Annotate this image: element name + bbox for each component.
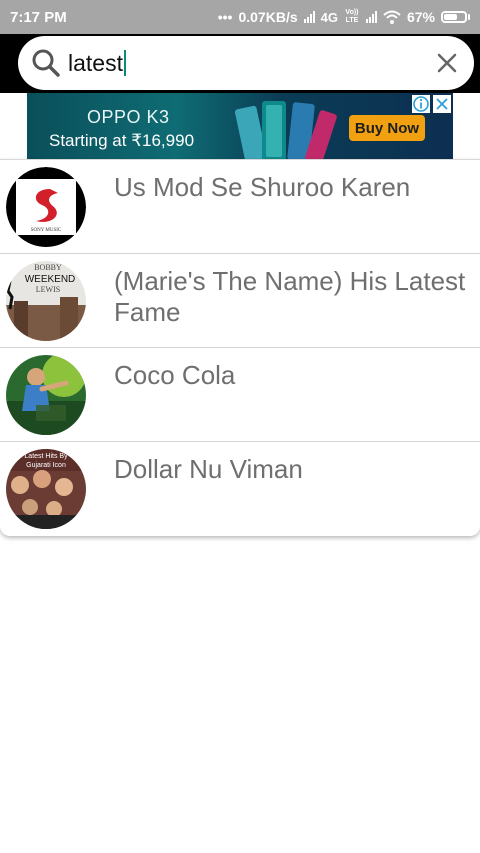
wifi-icon <box>383 10 401 24</box>
thumbnail-sony-music: SONY MUSIC <box>6 167 86 247</box>
search-query: latest <box>68 49 123 76</box>
ad-info-icon[interactable] <box>412 95 430 113</box>
result-title: Coco Cola <box>114 360 236 390</box>
network-type: 4G <box>320 9 338 25</box>
ad-banner[interactable]: OPPO K3 Starting at ₹16,990 Buy Now <box>27 93 453 159</box>
ad-price: Starting at ₹16,990 <box>49 131 195 150</box>
thumbnail-bobby-weekend-lewis: BOBBY WEEKEND LEWIS <box>6 261 86 341</box>
sony-music-logo-text: SONY MUSIC <box>31 228 62 233</box>
status-bar: 7:17 PM ••• 0.07KB/s 4G Vo)) LTE 67% <box>0 0 480 34</box>
thumb-text-lewis: LEWIS <box>36 285 60 294</box>
list-item[interactable]: SONY MUSIC Us Mod Se Shuroo Karen <box>0 160 480 254</box>
thumb-text-bobby: BOBBY <box>34 263 62 272</box>
results-list: SONY MUSIC Us Mod Se Shuroo Karen BOBBY … <box>0 159 480 536</box>
result-title: (Marie's The Name) His Latest Fame <box>114 266 480 328</box>
phones-image <box>234 101 337 159</box>
status-time: 7:17 PM <box>10 8 67 26</box>
battery-icon <box>441 11 470 23</box>
battery-percent: 67% <box>406 9 435 25</box>
thumbnail-coco-cola <box>6 355 86 435</box>
list-item[interactable]: Latest Hits By Gujarati Icon Dollar Nu V… <box>0 442 480 536</box>
search-icon <box>32 49 60 77</box>
network-speed: 0.07KB/s <box>238 9 298 25</box>
thumb-text-latest-hits: Latest Hits By <box>24 453 68 460</box>
ad-close-icon[interactable] <box>433 95 451 113</box>
list-item[interactable]: BOBBY WEEKEND LEWIS (Marie's The Name) H… <box>0 254 480 348</box>
result-title: Dollar Nu Viman <box>114 454 303 484</box>
ad-brand: OPPO K3 <box>87 107 170 127</box>
search-input[interactable]: latest <box>68 50 436 77</box>
search-header: latest <box>0 34 480 93</box>
list-item[interactable]: Coco Cola <box>0 348 480 442</box>
more-dots-icon: ••• <box>217 9 233 25</box>
result-title-line1: (Marie's The Name) His Latest <box>114 266 466 296</box>
signal-icon-2 <box>365 11 377 23</box>
thumb-text-gujarati-icon: Gujarati Icon <box>26 462 66 469</box>
signal-icon <box>303 11 315 23</box>
result-title: Us Mod Se Shuroo Karen <box>114 172 411 202</box>
ad-area: OPPO K3 Starting at ₹16,990 Buy Now <box>0 93 480 159</box>
text-cursor <box>123 50 126 76</box>
volte-icon: Vo)) LTE <box>345 9 359 24</box>
thumb-text-weekend: WEEKEND <box>25 274 76 285</box>
search-bar[interactable]: latest <box>18 36 474 90</box>
clear-search-icon[interactable] <box>436 52 458 74</box>
buy-now-button[interactable]: Buy Now <box>349 115 425 141</box>
result-title-line2: Fame <box>114 297 181 327</box>
thumbnail-dollar-nu-viman: Latest Hits By Gujarati Icon <box>6 449 86 529</box>
